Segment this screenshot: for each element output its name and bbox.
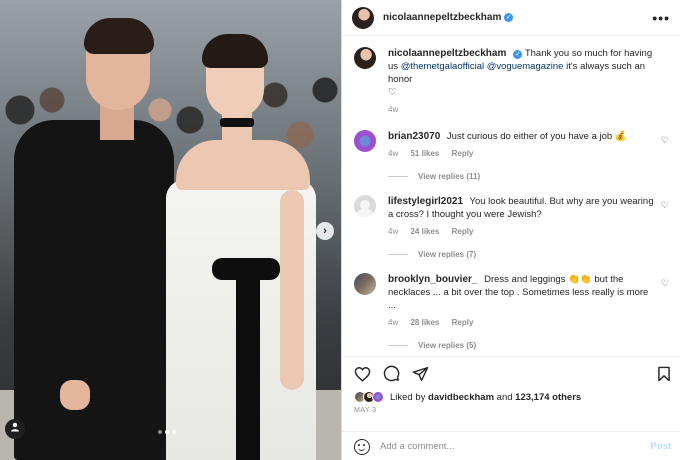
post-comment-button[interactable]: Post <box>650 441 671 452</box>
post-header: nicolaannepeltzbeckham ✓ ••• <box>342 0 680 36</box>
tagged-user-icon[interactable] <box>5 419 25 439</box>
like-comment-heart-icon[interactable]: ♡ <box>661 278 669 289</box>
comment-text: brooklyn_bouvier_ Dress and leggings 👏👏 … <box>388 273 656 312</box>
liked-by-user[interactable]: davidbeckham <box>428 392 494 403</box>
add-comment-input[interactable] <box>380 441 651 452</box>
verified-badge-icon: ✓ <box>504 13 514 22</box>
replies-divider <box>388 345 408 346</box>
photo-man-suit <box>14 120 174 460</box>
liker-avatar <box>372 391 384 403</box>
commenter-avatar[interactable] <box>354 130 376 152</box>
replies-divider <box>388 254 408 255</box>
comment-text: lifestylegirl2021 You look beautiful. Bu… <box>388 195 656 221</box>
comment-item: lifestylegirl2021 You look beautiful. Bu… <box>354 195 671 236</box>
photo-woman-shoulders <box>176 140 310 190</box>
photo-woman-hair <box>202 34 268 68</box>
view-replies-button[interactable]: View replies (11) <box>388 172 671 181</box>
photo-bow-tail <box>236 274 260 460</box>
comment-age: 4w <box>388 227 399 236</box>
post-date[interactable]: MAY 3 <box>342 403 680 414</box>
like-comment-heart-icon[interactable]: ♡ <box>661 200 669 211</box>
add-comment-bar: Post <box>342 431 680 460</box>
like-comment-heart-icon[interactable]: ♡ <box>661 135 669 146</box>
caption-author-avatar[interactable] <box>354 47 376 69</box>
verified-badge-icon: ✓ <box>513 50 523 59</box>
photo-black-bow <box>212 258 280 280</box>
action-icons <box>342 357 680 382</box>
photo-man-hair <box>84 18 154 54</box>
comments-list[interactable]: nicolaannepeltzbeckham ✓ Thank you so muc… <box>342 37 680 355</box>
comment-meta: 4w 24 likes Reply <box>388 227 656 236</box>
post-actions: Liked by davidbeckham and 123,174 others… <box>342 356 680 456</box>
comment-likes[interactable]: 24 likes <box>410 227 439 236</box>
commenter-avatar[interactable] <box>354 273 376 295</box>
carousel-dot <box>172 430 176 434</box>
comment-likes[interactable]: 51 likes <box>410 149 439 158</box>
heart-emoji: ♡ <box>388 87 397 98</box>
comment-meta: 4w 28 likes Reply <box>388 318 656 327</box>
photo-woman-arm <box>280 190 304 390</box>
carousel-dot <box>158 430 162 434</box>
caption-meta: 4w <box>388 105 656 114</box>
photo-choker <box>220 118 254 127</box>
likes-summary: Liked by davidbeckham and 123,174 others <box>342 382 680 403</box>
comment-text: brian23070 Just curious do either of you… <box>388 130 656 143</box>
view-replies-button[interactable]: View replies (7) <box>388 250 671 259</box>
author-avatar[interactable] <box>352 6 374 29</box>
commenter-username[interactable]: brian23070 <box>388 131 440 142</box>
liked-by-and: and <box>496 391 513 403</box>
reply-button[interactable]: Reply <box>452 318 474 327</box>
reply-button[interactable]: Reply <box>452 149 474 158</box>
caption-author-username[interactable]: nicolaannepeltzbeckham <box>388 48 506 59</box>
likes-count[interactable]: 123,174 others <box>515 392 581 403</box>
emoji-picker-icon[interactable] <box>354 438 370 455</box>
comment-age: 4w <box>388 318 399 327</box>
view-replies-label[interactable]: View replies (7) <box>418 250 476 259</box>
carousel-next-icon[interactable]: › <box>316 222 334 240</box>
comment-item: brooklyn_bouvier_ Dress and leggings 👏👏 … <box>354 273 671 327</box>
liked-by-prefix: Liked by <box>390 391 426 403</box>
post-photo[interactable]: › <box>0 0 341 460</box>
commenter-username[interactable]: lifestylegirl2021 <box>388 196 463 207</box>
comment-age: 4w <box>388 149 399 158</box>
post-side-panel: nicolaannepeltzbeckham ✓ ••• nicolaannep… <box>341 0 680 460</box>
instagram-post-modal: › nicolaannepeltzbeckham ✓ ••• nicolaann… <box>0 0 680 460</box>
replies-divider <box>388 176 408 177</box>
carousel-dot-active <box>165 430 169 434</box>
reply-button[interactable]: Reply <box>452 227 474 236</box>
mention-link[interactable]: @themetgalaofficial <box>401 61 484 72</box>
carousel-dots <box>158 430 176 434</box>
comment-item: brian23070 Just curious do either of you… <box>354 130 671 158</box>
caption-text: nicolaannepeltzbeckham ✓ Thank you so muc… <box>388 47 656 99</box>
mention-link[interactable]: @voguemagazine <box>487 61 564 72</box>
view-replies-label[interactable]: View replies (5) <box>418 341 476 350</box>
view-replies-label[interactable]: View replies (11) <box>418 172 480 181</box>
like-heart-icon[interactable] <box>354 366 371 382</box>
save-bookmark-icon[interactable] <box>657 366 671 382</box>
caption-age: 4w <box>388 105 399 114</box>
caption: nicolaannepeltzbeckham ✓ Thank you so muc… <box>354 47 671 114</box>
more-options-icon[interactable]: ••• <box>652 10 670 26</box>
commenter-avatar[interactable] <box>354 195 376 217</box>
share-send-icon[interactable] <box>412 366 429 382</box>
comment-meta: 4w 51 likes Reply <box>388 149 656 158</box>
comment-likes[interactable]: 28 likes <box>410 318 439 327</box>
comment-bubble-icon[interactable] <box>383 365 400 382</box>
commenter-username[interactable]: brooklyn_bouvier_ <box>388 274 477 285</box>
view-replies-button[interactable]: View replies (5) <box>388 341 671 350</box>
author-username[interactable]: nicolaannepeltzbeckham <box>383 12 501 23</box>
photo-man-hand <box>60 380 90 410</box>
liker-avatars <box>354 391 384 403</box>
comment-body: Just curious do either of you have a job… <box>446 131 627 142</box>
